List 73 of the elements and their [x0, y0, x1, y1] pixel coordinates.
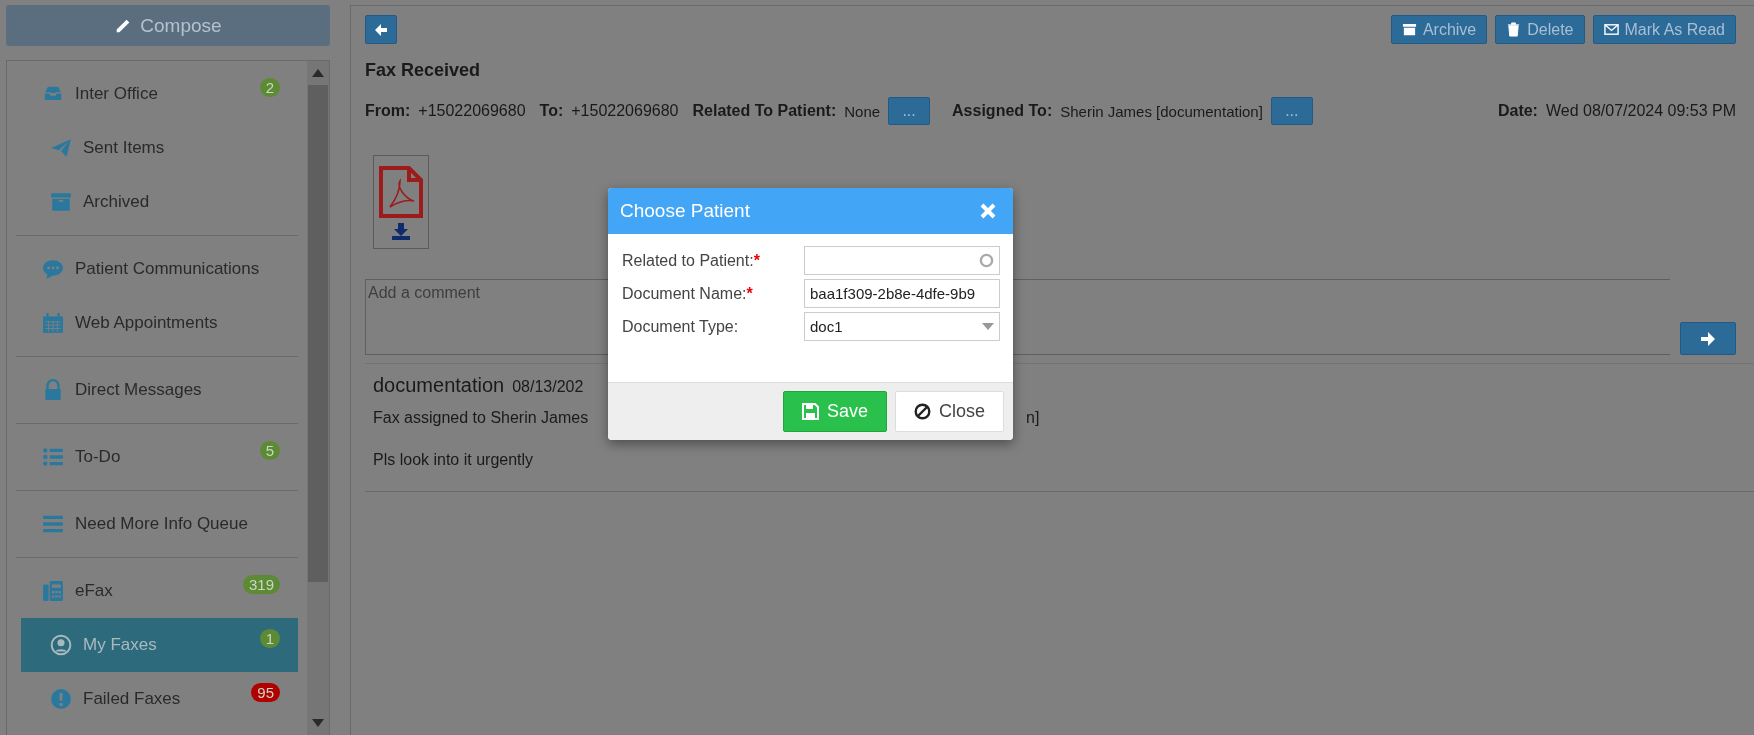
paper-plane-icon — [50, 137, 72, 159]
field-label: Related to Patient:* — [622, 251, 761, 270]
send-button[interactable] — [1680, 322, 1736, 355]
comment-text: Fax assigned to Sherin James — [373, 409, 589, 426]
pdf-file-icon — [378, 164, 424, 219]
field-label: Assigned To: — [952, 102, 1053, 120]
attachment-card[interactable] — [373, 155, 429, 249]
toolbar-button[interactable]: Archive — [1390, 15, 1488, 44]
back-button[interactable] — [365, 15, 397, 44]
archive-box-icon — [1401, 22, 1417, 37]
sidebar-item[interactable]: My Faxes 1 — [21, 618, 298, 672]
field-label: Related To Patient: — [692, 102, 837, 120]
sidebar-item[interactable]: Failed Faxes 95 — [16, 672, 298, 726]
sidebar-item[interactable]: Inter Office 2 — [16, 67, 298, 121]
sidebar-item[interactable]: eFax 319 — [16, 564, 298, 618]
document-name-field[interactable]: baa1f309-2b8e-4dfe-9b9 — [804, 279, 1000, 308]
caret-icon — [982, 323, 994, 330]
field-label: From: — [365, 102, 411, 120]
field-label: Document Type: — [622, 317, 740, 336]
message-title: Fax Received — [365, 60, 482, 81]
picker-button[interactable]: ... — [1270, 97, 1313, 125]
lock-icon — [42, 379, 64, 401]
sidebar-item[interactable]: Web Appointments — [16, 296, 298, 350]
sidebar-item[interactable]: Sent Items — [16, 121, 298, 175]
toolbar-button[interactable]: Delete — [1495, 15, 1585, 44]
save-button[interactable]: Save — [782, 391, 887, 432]
dialog-title: Choose Patient — [620, 200, 751, 222]
field-label: Date: — [1497, 102, 1538, 120]
comment-text: n] — [1026, 409, 1040, 427]
sidebar-item[interactable]: Direct Messages — [16, 363, 298, 417]
picker-button[interactable]: ... — [888, 97, 931, 125]
scrollbar[interactable] — [307, 61, 329, 735]
exclamation-circle-icon — [50, 688, 72, 710]
trash-icon — [1506, 22, 1522, 37]
download-icon — [391, 222, 411, 240]
comment-text: Pls look into it urgently — [373, 451, 534, 468]
field-label: To: — [539, 102, 564, 120]
field-value: +15022069680 — [418, 102, 526, 120]
comment-author: documentation — [373, 374, 505, 397]
spinner-icon — [979, 253, 994, 268]
calendar-icon — [42, 312, 64, 334]
document-type-select[interactable]: doc1 — [804, 312, 1000, 341]
list-icon — [42, 446, 64, 468]
close-icon[interactable] — [979, 202, 997, 220]
count-badge: 95 — [251, 682, 280, 702]
comment-date: 08/13/202 — [512, 378, 584, 396]
caret-up-icon[interactable] — [312, 69, 324, 77]
menu-icon — [42, 513, 64, 535]
archive-box-icon — [50, 191, 72, 213]
count-badge: 1 — [259, 628, 280, 648]
patient-search-field[interactable] — [804, 246, 1000, 275]
fax-machine-icon — [42, 580, 64, 602]
arrow-right-icon — [1699, 330, 1717, 347]
field-value: +15022069680 — [571, 102, 679, 120]
count-badge: 2 — [259, 77, 280, 97]
caret-down-icon[interactable] — [312, 719, 324, 727]
sidebar-item[interactable]: Need More Info Queue — [16, 497, 298, 551]
close-button[interactable]: Close — [894, 391, 1004, 432]
speech-bubble-icon — [42, 258, 64, 280]
field-value: Wed 08/07/2024 09:53 PM — [1545, 102, 1736, 120]
ban-icon — [913, 403, 931, 420]
count-badge: 5 — [259, 440, 280, 460]
sidebar-item[interactable]: Archived — [16, 175, 298, 229]
toolbar-button[interactable]: Mark As Read — [1592, 15, 1736, 44]
field-value: None — [844, 102, 881, 120]
compose-button[interactable]: Compose — [6, 5, 330, 46]
field-value: Sherin James [documentation] — [1060, 102, 1263, 120]
count-badge: 319 — [242, 574, 280, 594]
envelope-icon — [1603, 22, 1619, 37]
user-circle-icon — [50, 634, 72, 656]
field-label: Document Name:* — [622, 284, 754, 303]
sidebar-item[interactable]: To-Do 5 — [16, 430, 298, 484]
sidebar-item[interactable]: Patient Communications — [16, 242, 298, 296]
